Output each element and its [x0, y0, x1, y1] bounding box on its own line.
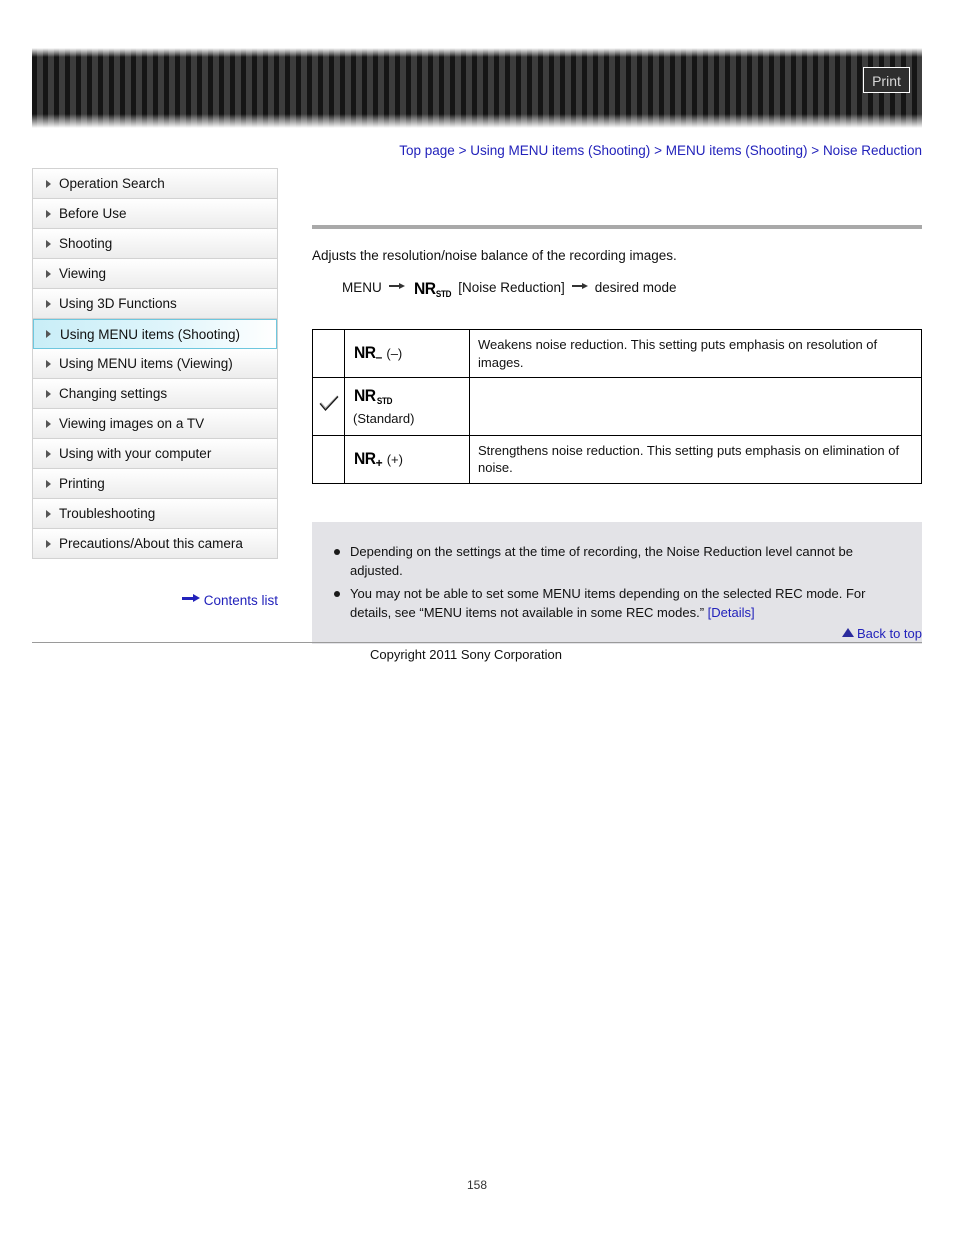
sidebar-item-using-menu-items-viewing[interactable]: Using MENU items (Viewing) [33, 349, 277, 379]
nr-std-icon: NRSTD [353, 386, 392, 407]
triangle-right-icon [46, 270, 51, 278]
sidebar-item-changing-settings[interactable]: Changing settings [33, 379, 277, 409]
menu-path-start: MENU [342, 280, 382, 295]
sidebar-item-label: Before Use [59, 206, 127, 221]
triangle-up-icon [841, 628, 854, 637]
sidebar-item-troubleshooting[interactable]: Troubleshooting [33, 499, 277, 529]
table-cell-icon: NR– (–) [344, 328, 470, 379]
breadcrumb-separator: > [811, 143, 820, 158]
sidebar-item-operation-search[interactable]: Operation Search [33, 169, 277, 199]
contents-list-label: Contents list [203, 593, 278, 608]
sidebar-item-label: Troubleshooting [59, 506, 156, 521]
arrow-right-icon [571, 282, 588, 290]
triangle-right-icon [46, 510, 51, 518]
triangle-right-icon [46, 300, 51, 308]
notes-list: Depending on the settings at the time of… [330, 542, 904, 623]
sidebar-item-before-use[interactable]: Before Use [33, 199, 277, 229]
breadcrumb-item-using-menu-items-shooting[interactable]: Using MENU items (Shooting) [470, 143, 650, 158]
checkmark-icon [318, 394, 340, 414]
options-table: NR– (–) Weakens noise reduction. This se… [312, 328, 922, 484]
sidebar-item-label: Viewing [59, 266, 107, 281]
table-row: NR– (–) Weakens noise reduction. This se… [312, 328, 922, 379]
triangle-right-icon [46, 210, 51, 218]
sidebar-item-viewing[interactable]: Viewing [33, 259, 277, 289]
sidebar-item-label: Using 3D Functions [59, 296, 177, 311]
menu-path: MENU NRSTD [Noise Reduction] desired mode [342, 279, 922, 299]
sidebar-item-label: Using MENU items (Viewing) [59, 356, 233, 371]
sidebar-item-label: Precautions/About this camera [59, 536, 243, 551]
table-cell-check [312, 434, 345, 484]
triangle-right-icon [46, 180, 51, 188]
sidebar-item-label: Using MENU items (Shooting) [60, 327, 241, 342]
bullet-icon [334, 548, 340, 555]
details-link[interactable]: [Details] [708, 605, 755, 620]
nr-std-icon: NRSTD [413, 279, 452, 299]
header-banner: Print [32, 48, 922, 128]
breadcrumb: Top page > Using MENU items (Shooting) >… [312, 143, 922, 158]
triangle-right-icon [46, 390, 51, 398]
list-item: You may not be able to set some MENU ite… [330, 584, 904, 623]
sidebar-item-label: Shooting [59, 236, 113, 251]
intro-text: Adjusts the resolution/noise balance of … [312, 248, 677, 263]
table-cell-description [469, 377, 922, 436]
sidebar-item-printing[interactable]: Printing [33, 469, 277, 499]
sidebar-item-label: Printing [59, 476, 105, 491]
contents-list-link[interactable]: Contents list [32, 593, 278, 608]
nr-minus-icon: NR– [353, 343, 382, 365]
triangle-right-icon [46, 450, 51, 458]
sidebar-nav: Operation Search Before Use Shooting Vie… [32, 168, 278, 559]
table-cell-icon: NR+ (+) [344, 434, 470, 484]
sidebar-item-label: Viewing images on a TV [59, 416, 205, 431]
sidebar-item-label: Operation Search [59, 176, 165, 191]
print-button[interactable]: Print [863, 67, 910, 93]
table-row: NRSTD (Standard) [312, 377, 922, 436]
table-cell-description: Strengthens noise reduction. This settin… [469, 434, 922, 484]
breadcrumb-item-top-page[interactable]: Top page [399, 143, 455, 158]
option-suffix: (–) [386, 346, 403, 362]
table-cell-icon: NRSTD (Standard) [344, 377, 470, 436]
sidebar-item-label: Using with your computer [59, 446, 212, 461]
breadcrumb-separator: > [654, 143, 662, 158]
bullet-icon [334, 590, 340, 597]
arrow-right-icon [388, 282, 405, 290]
footer-divider [32, 642, 922, 643]
sidebar-item-precautions-about-this-camera[interactable]: Precautions/About this camera [33, 529, 277, 559]
note-text: You may not be able to set some MENU ite… [350, 585, 866, 621]
nr-plus-icon: NR+ [353, 448, 383, 470]
triangle-right-icon [46, 360, 51, 368]
sidebar-item-using-3d-functions[interactable]: Using 3D Functions [33, 289, 277, 319]
triangle-right-icon [46, 480, 51, 488]
note-text: Depending on the settings at the time of… [350, 543, 853, 579]
menu-path-middle: [Noise Reduction] [458, 280, 565, 295]
back-to-top-link[interactable]: Back to top [312, 626, 922, 641]
triangle-right-icon [46, 540, 51, 548]
breadcrumb-separator: > [458, 143, 467, 158]
section-divider [312, 225, 922, 229]
list-item: Depending on the settings at the time of… [330, 542, 904, 581]
sidebar-item-using-with-your-computer[interactable]: Using with your computer [33, 439, 277, 469]
triangle-right-icon [46, 420, 51, 428]
triangle-right-icon [46, 240, 51, 248]
option-sub-label: (Standard) [353, 411, 415, 427]
copyright-text: Copyright 2011 Sony Corporation [370, 647, 562, 662]
main-content: Adjusts the resolution/noise balance of … [312, 180, 922, 644]
breadcrumb-item-menu-items-shooting[interactable]: MENU items (Shooting) [666, 143, 808, 158]
menu-path-end: desired mode [594, 280, 677, 295]
option-suffix: (+) [386, 451, 403, 467]
sidebar-item-label: Changing settings [59, 386, 168, 401]
breadcrumb-item-noise-reduction[interactable]: Noise Reduction [823, 143, 922, 158]
back-to-top-label: Back to top [856, 626, 922, 641]
table-cell-check [312, 328, 345, 379]
arrow-right-icon [181, 594, 200, 603]
table-cell-description: Weakens noise reduction. This setting pu… [469, 328, 922, 379]
triangle-right-icon [46, 330, 51, 338]
sidebar-item-shooting[interactable]: Shooting [33, 229, 277, 259]
table-row: NR+ (+) Strengthens noise reduction. Thi… [312, 434, 922, 484]
table-cell-check [312, 377, 345, 436]
page-number: 158 [466, 1178, 488, 1192]
sidebar-item-viewing-images-on-a-tv[interactable]: Viewing images on a TV [33, 409, 277, 439]
sidebar-item-using-menu-items-shooting[interactable]: Using MENU items (Shooting) [33, 319, 277, 349]
